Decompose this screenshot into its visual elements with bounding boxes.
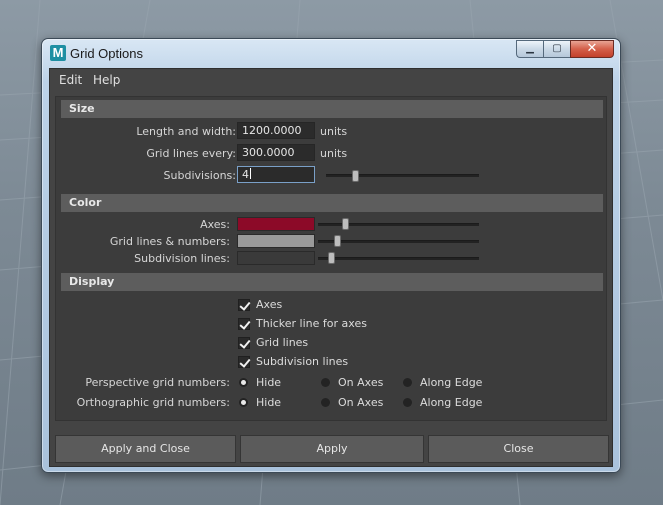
perspective-on-axes-radio[interactable] (321, 378, 330, 387)
title-bar[interactable]: M Grid Options ▁ ▢ ✕ (42, 39, 620, 67)
grid-lines-color-slider-thumb[interactable] (334, 235, 341, 247)
thicker-axes-checkbox-row[interactable]: Thicker line for axes (238, 317, 367, 330)
subdivision-lines-checkbox-row[interactable]: Subdivision lines (238, 355, 348, 368)
axes-color-slider-thumb[interactable] (342, 218, 349, 230)
subdivisions-label: Subdivisions: (163, 169, 236, 182)
axes-color-swatch[interactable] (237, 217, 315, 231)
perspective-along-edge-radio-row[interactable]: Along Edge (403, 376, 482, 389)
ortho-along-edge-radio[interactable] (403, 398, 412, 407)
perspective-hide-radio-row[interactable]: Hide (239, 376, 281, 389)
subdivisions-value: 4 (242, 168, 249, 181)
ortho-on-axes-radio-row[interactable]: On Axes (321, 396, 383, 409)
grid-lines-color-slider-track[interactable] (318, 240, 479, 243)
caption-buttons: ▁ ▢ ✕ (516, 40, 614, 58)
length-width-unit: units (320, 125, 348, 138)
thicker-axes-checkbox[interactable] (238, 317, 250, 330)
length-width-field[interactable]: 1200.0000 (237, 122, 315, 139)
ortho-on-axes-radio[interactable] (321, 398, 330, 407)
apply-button[interactable]: Apply (240, 435, 424, 463)
maximize-button[interactable]: ▢ (543, 40, 570, 58)
grid-lines-every-label: Grid lines every: (146, 147, 236, 160)
grid-lines-checkbox-label: Grid lines (256, 336, 309, 349)
perspective-along-edge-radio[interactable] (403, 378, 412, 387)
subdivision-lines-color-label: Subdivision lines: (134, 252, 230, 265)
ortho-hide-label: Hide (256, 396, 282, 409)
grid-lines-every-unit: units (320, 147, 348, 160)
grid-lines-color-swatch[interactable] (237, 234, 315, 248)
menu-help[interactable]: Help (93, 73, 120, 87)
axes-color-label: Axes: (200, 218, 230, 231)
perspective-along-edge-label: Along Edge (420, 376, 483, 389)
axes-checkbox-label: Axes (256, 298, 283, 311)
subdivision-lines-color-swatch[interactable] (237, 251, 315, 265)
apply-and-close-button[interactable]: Apply and Close (55, 435, 236, 463)
grid-options-window: M Grid Options ▁ ▢ ✕ Edit Help Size Leng… (41, 38, 621, 473)
grid-lines-every-field[interactable]: 300.0000 (237, 144, 315, 161)
window-title: Grid Options (70, 46, 143, 61)
perspective-grid-numbers-label: Perspective grid numbers: (85, 376, 230, 389)
axes-checkbox[interactable] (238, 298, 250, 311)
subdivisions-field[interactable]: 4 (237, 166, 315, 183)
subdivisions-slider-track[interactable] (326, 174, 479, 177)
ortho-along-edge-radio-row[interactable]: Along Edge (403, 396, 482, 409)
ortho-hide-radio-row[interactable]: Hide (239, 396, 281, 409)
section-header-display[interactable]: Display (61, 273, 603, 291)
orthographic-grid-numbers-label: Orthographic grid numbers: (76, 396, 230, 409)
menu-edit[interactable]: Edit (59, 73, 82, 87)
perspective-on-axes-radio-row[interactable]: On Axes (321, 376, 383, 389)
ortho-on-axes-label: On Axes (338, 396, 384, 409)
section-header-size[interactable]: Size (61, 100, 603, 118)
subdivision-lines-checkbox[interactable] (238, 355, 250, 368)
length-width-label: Length and width: (136, 125, 236, 138)
client-area: Edit Help Size Length and width: 1200.00… (49, 68, 613, 467)
subdivision-lines-color-slider-track[interactable] (318, 257, 479, 260)
ortho-along-edge-label: Along Edge (420, 396, 483, 409)
section-header-color[interactable]: Color (61, 194, 603, 212)
text-caret (250, 168, 251, 179)
options-panel: Size Length and width: 1200.0000 units G… (55, 96, 607, 421)
perspective-hide-radio[interactable] (239, 378, 248, 387)
subdivision-lines-color-slider-thumb[interactable] (328, 252, 335, 264)
subdivision-lines-checkbox-label: Subdivision lines (256, 355, 349, 368)
close-window-button[interactable]: ✕ (570, 40, 614, 58)
maya-app-icon: M (50, 45, 66, 61)
grid-lines-checkbox[interactable] (238, 336, 250, 349)
perspective-hide-label: Hide (256, 376, 282, 389)
subdivisions-slider-thumb[interactable] (352, 170, 359, 182)
ortho-hide-radio[interactable] (239, 398, 248, 407)
axes-checkbox-row[interactable]: Axes (238, 298, 282, 311)
grid-lines-checkbox-row[interactable]: Grid lines (238, 336, 308, 349)
minimize-button[interactable]: ▁ (516, 40, 543, 58)
perspective-on-axes-label: On Axes (338, 376, 384, 389)
grid-lines-numbers-label: Grid lines & numbers: (109, 235, 230, 248)
thicker-axes-checkbox-label: Thicker line for axes (256, 317, 367, 330)
close-button[interactable]: Close (428, 435, 609, 463)
menu-bar: Edit Help (50, 69, 612, 91)
